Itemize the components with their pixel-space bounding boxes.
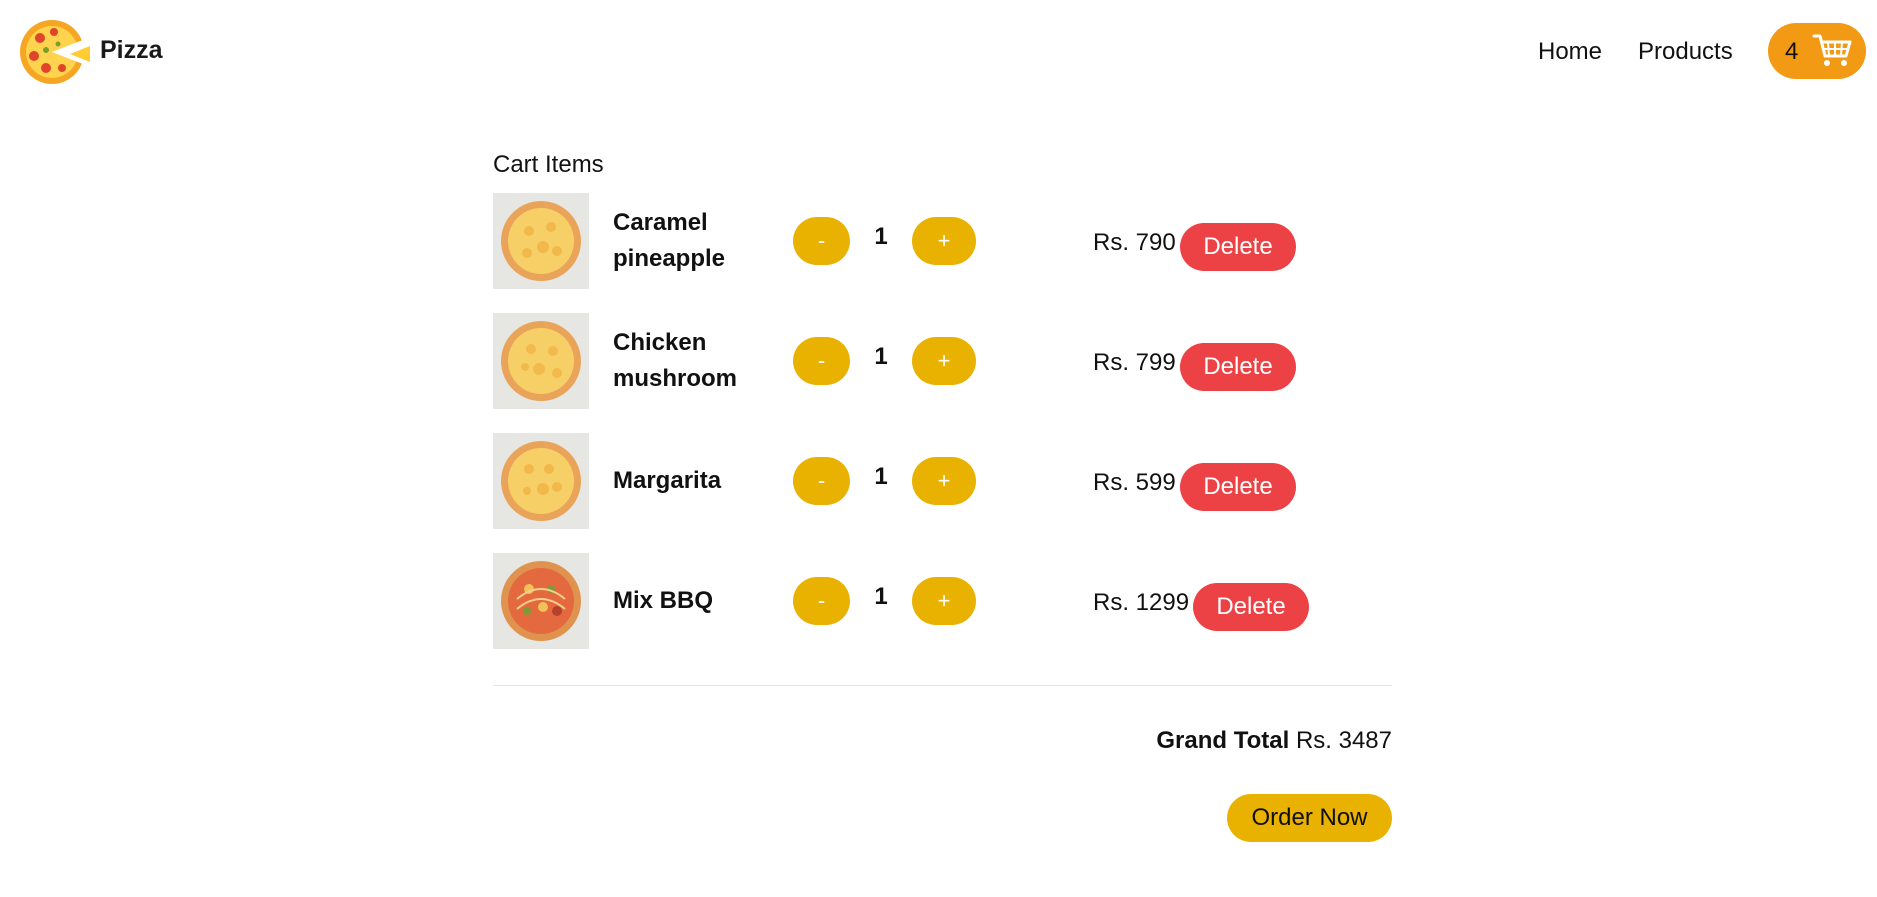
brand-name: Pizza [100, 36, 163, 64]
cart-item-row: Margarita - 1 + Rs. 599 Delete [493, 433, 1393, 529]
delete-button[interactable]: Delete [1193, 583, 1309, 631]
increase-quantity-button[interactable]: + [912, 337, 976, 385]
quantity-value: 1 [874, 583, 888, 610]
item-price: Rs. 799 [1093, 349, 1176, 376]
decrease-quantity-button[interactable]: - [793, 577, 850, 625]
grand-total-label: Grand Total [1156, 727, 1290, 754]
item-name: Chicken mushroom [613, 329, 738, 392]
increase-quantity-button[interactable]: + [912, 577, 976, 625]
item-price: Rs. 1299 [1093, 589, 1190, 616]
item-name: Mix BBQ [613, 587, 714, 614]
pizza-thumbnail [493, 313, 589, 409]
item-price: Rs. 599 [1093, 469, 1176, 496]
decrease-quantity-button[interactable]: - [793, 217, 850, 265]
pizza-thumbnail [493, 433, 589, 529]
nav-products-link[interactable]: Products [1638, 38, 1733, 66]
cart-button[interactable]: 4 [1768, 23, 1866, 79]
page: Pizza Home Products 4 Cart Items Caramel… [0, 0, 1877, 897]
cart-item-row: Chicken mushroom - 1 + Rs. 799 Delete [493, 313, 1393, 409]
divider [493, 685, 1392, 686]
cart-icon [1812, 32, 1852, 70]
grand-total-value: Rs. 3487 [1295, 727, 1392, 754]
delete-button[interactable]: Delete [1180, 343, 1296, 391]
decrease-quantity-button[interactable]: - [793, 337, 850, 385]
quantity-value: 1 [874, 463, 888, 490]
decrease-quantity-button[interactable]: - [793, 457, 850, 505]
pizza-icon[interactable] [18, 16, 92, 88]
item-name: Margarita [613, 467, 722, 494]
delete-button[interactable]: Delete [1180, 223, 1296, 271]
pizza-thumbnail [493, 193, 589, 289]
pizza-thumbnail [493, 553, 589, 649]
delete-button[interactable]: Delete [1180, 463, 1296, 511]
quantity-value: 1 [874, 223, 888, 250]
cart-item-row: Mix BBQ - 1 + Rs. 1299 Delete [493, 553, 1393, 649]
cart-title: Cart Items [493, 151, 604, 178]
cart-count-badge: 4 [1785, 38, 1799, 65]
item-name: Caramel pineapple [613, 209, 726, 272]
cart-item-row: Caramel pineapple - 1 + Rs. 790 Delete [493, 193, 1393, 289]
quantity-value: 1 [874, 343, 888, 370]
header: Pizza Home Products 4 [0, 0, 1877, 104]
order-now-button[interactable]: Order Now [1227, 794, 1392, 842]
increase-quantity-button[interactable]: + [912, 457, 976, 505]
increase-quantity-button[interactable]: + [912, 217, 976, 265]
nav-home-link[interactable]: Home [1538, 38, 1602, 66]
item-price: Rs. 790 [1093, 229, 1176, 256]
grand-total: Grand Total Rs. 3487 [1156, 727, 1392, 755]
